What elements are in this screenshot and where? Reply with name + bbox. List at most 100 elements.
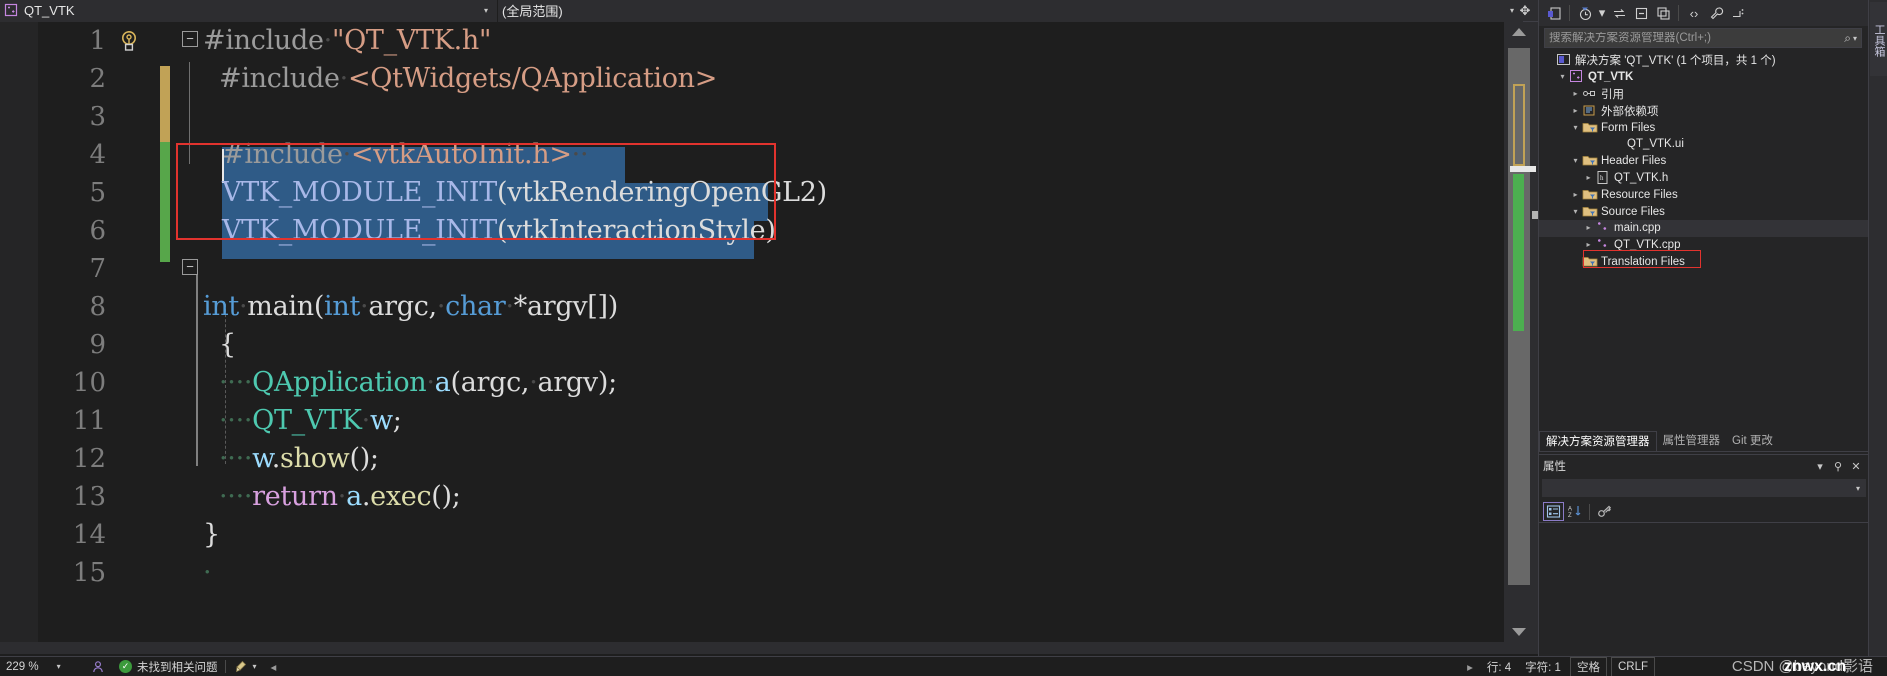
pin-icon[interactable]: ⚲ [1829,460,1847,473]
scope-combo-left[interactable]: QT_VTK ▾ [0,0,498,22]
code-line-5[interactable]: VTK_MODULE_INIT(vtkRenderingOpenGL2) [222,174,827,212]
code-line-8[interactable]: int·main(int·argc,·char·*argv[]) [203,288,618,326]
chevron-collapsed-icon[interactable]: ▸ [1582,220,1595,236]
tree-item-qt_vtk.ui[interactable]: QT_VTK.ui [1539,136,1869,153]
breakpoint-margin[interactable] [0,22,38,642]
tab-property-manager[interactable]: 属性管理器 [1657,431,1727,451]
property-pages-icon[interactable] [1594,502,1615,521]
search-input[interactable] [1549,32,1844,44]
lightbulb-icon[interactable] [116,28,142,54]
nav-prev-button[interactable]: ◂ [264,657,284,676]
chevron-down-icon[interactable]: ▾ [1811,460,1829,473]
tree-item-label: QT_VTK.h [1614,172,1668,184]
zoom-level-control[interactable]: 229 % ▾ [0,657,84,676]
fold-toggle-line8[interactable]: − [182,259,198,275]
tree-item-label: QT_VTK.cpp [1614,239,1680,251]
properties-object-combo[interactable]: ▾ [1542,479,1866,497]
solution-explorer-tree[interactable]: 解决方案 'QT_VTK' (1 个项目，共 1 个)▾QT_VTK▸引用▸外部… [1539,52,1869,270]
tree-item-[interactable]: ▸外部依赖项 [1539,102,1869,119]
nav-next-button[interactable]: ▸ [1460,657,1480,676]
svg-text:A: A [1568,507,1572,513]
person-feedback-icon[interactable] [84,657,112,676]
tree-item-[interactable]: ▸引用 [1539,86,1869,103]
tree-item-form-files[interactable]: ▾Form Files [1539,119,1869,136]
collapse-all-icon[interactable] [1630,2,1652,24]
code-line-15[interactable]: · [203,554,211,592]
show-all-files-icon[interactable] [1652,2,1674,24]
scroll-down-arrow-icon[interactable] [1512,628,1526,636]
tab-git-changes[interactable]: Git 更改 [1726,431,1779,451]
vertical-tab-toolbox[interactable]: 工具箱 [1870,2,1887,76]
broom-icon[interactable]: ▾ [226,657,264,676]
properties-wrench-icon[interactable] [1705,2,1727,24]
editor-horizontal-scrollbar[interactable] [0,642,1538,654]
tree-item-qt_vtk[interactable]: ▾QT_VTK [1539,69,1869,86]
chevron-expanded-icon[interactable]: ▾ [1556,69,1569,85]
sync-with-active-document-icon[interactable] [1608,2,1630,24]
magnifier-icon[interactable]: ⌕ [1844,31,1851,46]
split-view-gripper[interactable]: ✥ [1516,2,1534,20]
cursor-column-indicator[interactable]: 字符: 1 [1518,657,1568,676]
chevron-expanded-icon[interactable]: ▾ [1569,153,1582,169]
indent-mode-indicator[interactable]: 空格 [1570,657,1607,676]
dock-tab-strip: 解决方案资源管理器 属性管理器 Git 更改 [1539,430,1869,452]
pending-changes-filter-icon[interactable] [1574,2,1596,24]
view-code-icon[interactable]: ‹› [1683,2,1705,24]
chevron-collapsed-icon[interactable]: ▸ [1569,86,1582,102]
tree-item-main.cpp[interactable]: ▸main.cpp [1539,220,1869,237]
code-line-10[interactable]: ····QApplication·a(argc,·argv); [219,364,617,402]
filter-folder-icon [1582,254,1599,270]
chevron-down-icon[interactable]: ▾ [1856,484,1860,493]
fold-toggle-line1[interactable]: − [182,31,198,47]
scope-combo-right[interactable]: (全局范围) ▾ [498,0,1523,22]
code-line-9[interactable]: { [219,326,236,364]
chevron-expanded-icon[interactable]: ▾ [1569,120,1582,136]
tab-solution-explorer[interactable]: 解决方案资源管理器 [1539,431,1657,451]
alphabetical-icon[interactable]: A Z [1564,502,1585,521]
tree-item-header-files[interactable]: ▾Header Files [1539,153,1869,170]
close-icon[interactable]: ✕ [1847,460,1865,473]
code-line-14[interactable]: } [203,516,220,554]
chevron-down-icon[interactable]: ▾ [479,6,493,15]
scrollbar-thumb[interactable] [1508,48,1530,585]
chevron-down-icon[interactable]: ▾ [57,662,61,671]
categorized-icon[interactable] [1543,502,1564,521]
chevron-collapsed-icon[interactable]: ▸ [1582,170,1595,186]
scroll-up-arrow-icon[interactable] [1512,28,1526,36]
tree-item-resource-files[interactable]: ▸Resource Files [1539,186,1869,203]
line-ending-indicator[interactable]: CRLF [1611,657,1655,676]
chevron-collapsed-icon[interactable]: ▸ [1569,187,1582,203]
problem-status-label: 未找到相关问题 [137,659,218,675]
chevron-collapsed-icon[interactable]: ▸ [1582,237,1595,253]
tree-item-qt_vtk.cpp[interactable]: ▸ QT_VTK.cpp [1539,237,1869,254]
tree-item-translation-files[interactable]: Translation Files [1539,254,1869,271]
properties-pane: 属性 ▾ ⚲ ✕ ▾ A [1539,454,1869,656]
chevron-down-icon[interactable]: ▾ [1596,2,1608,24]
fold-guide-line [189,62,190,164]
code-line-6[interactable]: VTK_MODULE_INIT(vtkInteractionStyle) [222,212,776,250]
problem-status[interactable]: ✓ 未找到相关问题 [112,657,225,676]
code-line-13[interactable]: ····return·a.exec(); [219,478,461,516]
tree-item-source-files[interactable]: ▾Source Files [1539,203,1869,220]
chevron-down-icon[interactable]: ▾ [253,662,257,671]
properties-window-icon[interactable] [1727,2,1749,24]
code-line-12[interactable]: ····w.show(); [219,440,379,478]
code-line-4[interactable]: #include·<vtkAutoInit.h>·· [222,136,588,174]
code-line-2[interactable]: #include·<QtWidgets/QApplication> [219,60,717,98]
line-number: 12 [38,440,106,478]
solution-explorer-search[interactable]: ⌕ ▾ [1544,28,1862,48]
filter-folder-icon [1582,187,1599,203]
home-icon[interactable] [1543,2,1565,24]
header-file-icon: h [1595,170,1612,186]
code-line-1[interactable]: #include·"QT_VTK.h" [203,22,491,60]
cursor-line-indicator[interactable]: 行: 4 [1480,657,1518,676]
tree-item-qt_vtk.h[interactable]: ▸hQT_VTK.h [1539,170,1869,187]
chevron-expanded-icon[interactable]: ▾ [1569,204,1582,220]
code-line-11[interactable]: ····QT_VTK·w; [219,402,402,440]
chevron-collapsed-icon[interactable]: ▸ [1569,103,1582,119]
code-editor[interactable]: − − 1 2 3 4 5 6 7 8 9 10 11 [0,22,1538,642]
visual-studio-window: QT_VTK ▾ (全局范围) ▾ ✥ − − [0,0,1887,676]
chevron-down-icon[interactable]: ▾ [1853,34,1857,43]
tree-item-qt_vtk-1-1[interactable]: 解决方案 'QT_VTK' (1 个项目，共 1 个) [1539,52,1869,69]
editor-vertical-scrollbar[interactable] [1504,22,1538,642]
